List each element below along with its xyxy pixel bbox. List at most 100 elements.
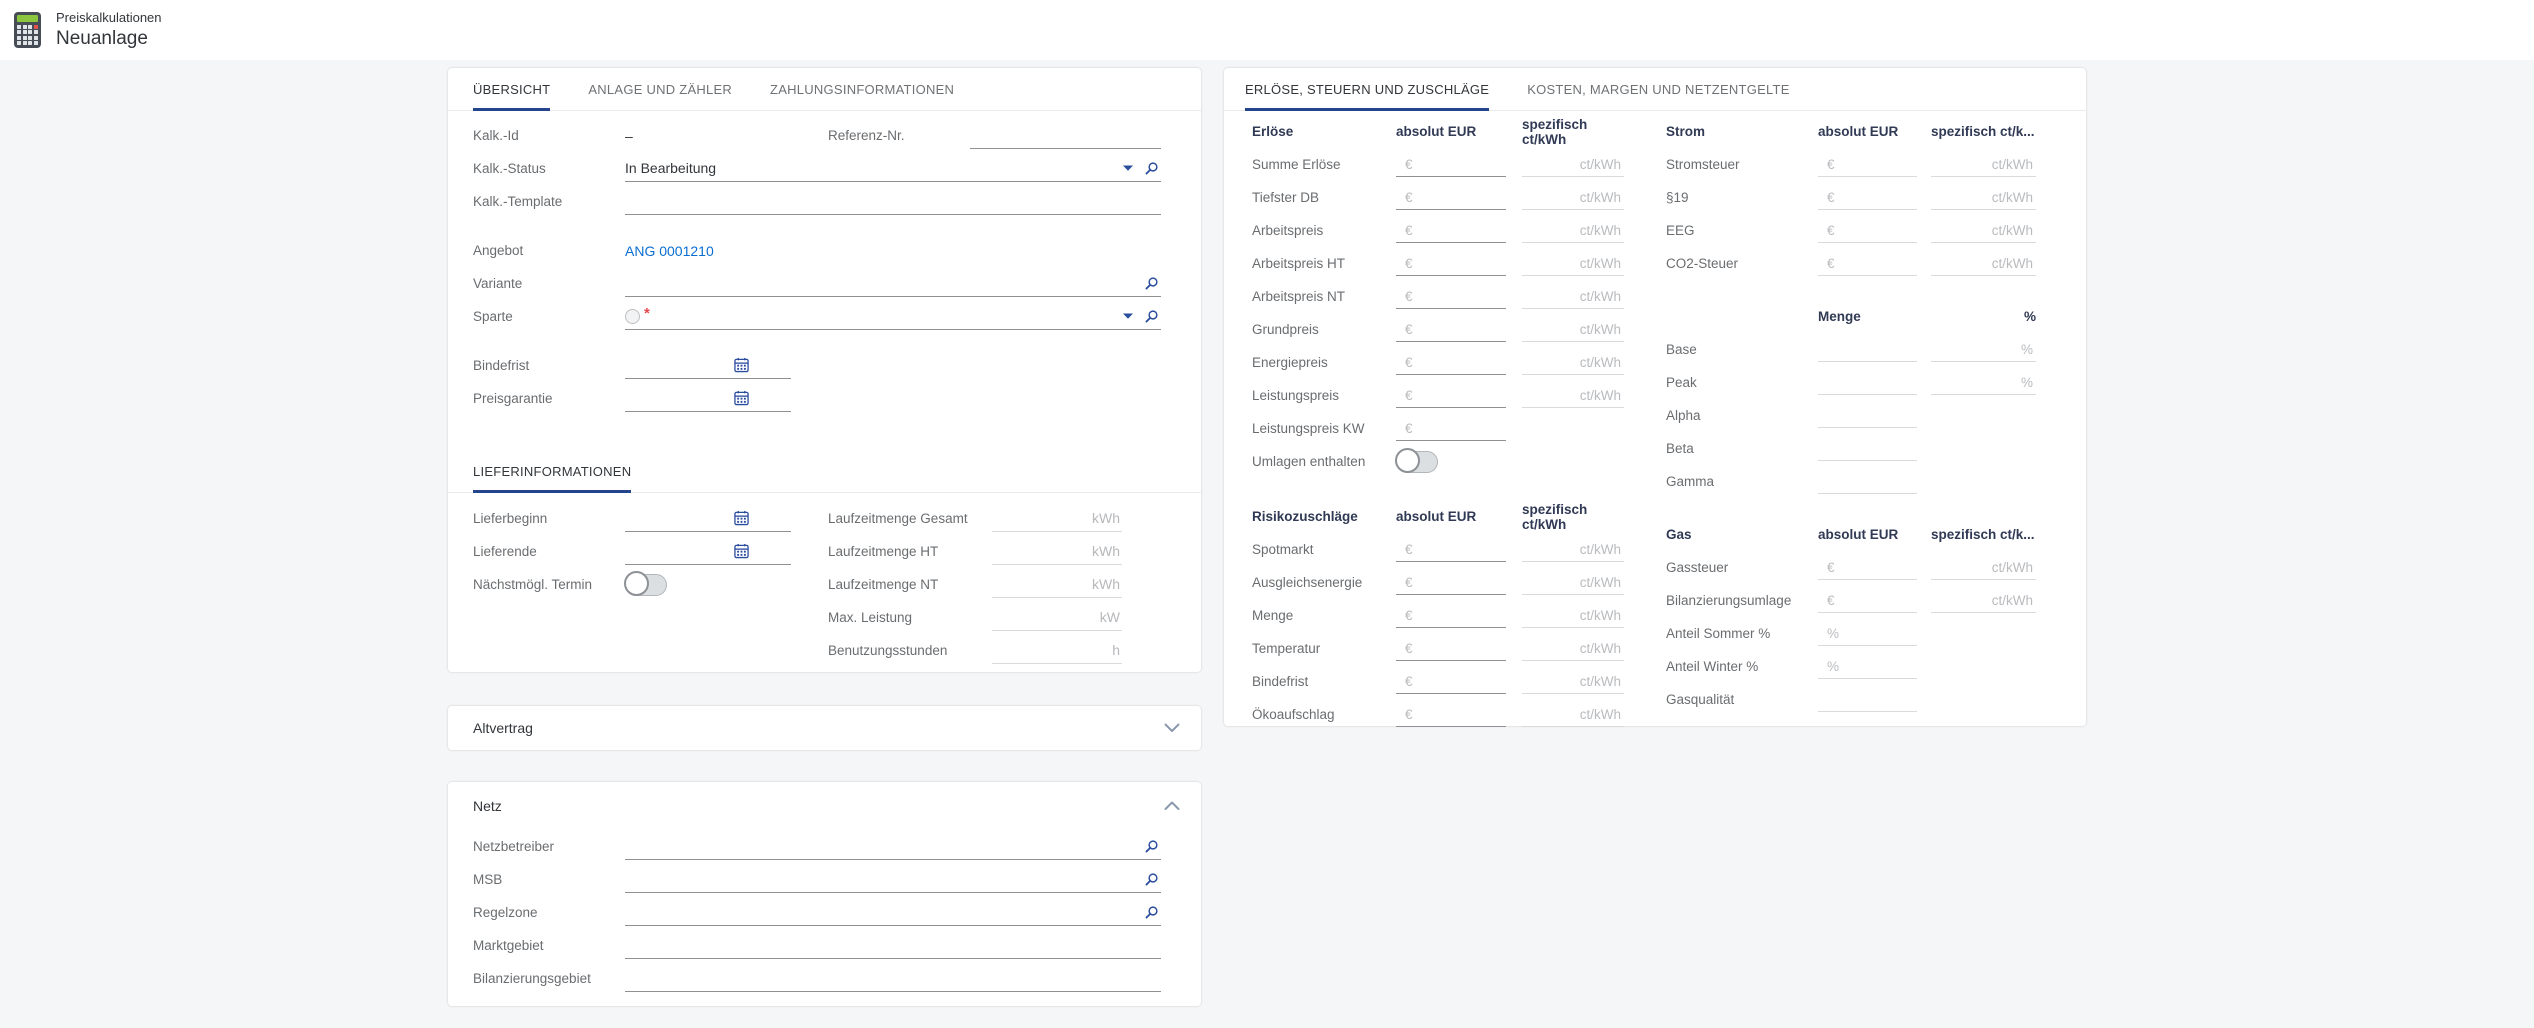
row-lieferbeginn-gesamt: Lieferbeginn Laufzeitmenge Gesamt xyxy=(473,502,1161,535)
sparte-input[interactable] xyxy=(660,303,1112,329)
search-icon[interactable] xyxy=(1144,161,1159,176)
search-icon[interactable] xyxy=(1144,839,1159,854)
lieferbeginn-datefield[interactable] xyxy=(625,505,791,532)
absolut-eur-input[interactable] xyxy=(1396,383,1506,408)
marktgebiet-label: Marktgebiet xyxy=(473,938,625,953)
max-leistung-label: Max. Leistung xyxy=(828,610,970,625)
tab-zahlungsinformationen[interactable]: ZAHLUNGSINFORMATIONEN xyxy=(770,68,954,110)
umlagen-enthalten-toggle[interactable] xyxy=(1396,451,1438,473)
tab-erloese-steuern-zuschlaege[interactable]: ERLÖSE, STEUERN UND ZUSCHLÄGE xyxy=(1245,68,1489,110)
spezifisch-input xyxy=(1522,570,1624,595)
calendar-icon[interactable] xyxy=(734,357,749,373)
msb-input[interactable] xyxy=(625,866,1134,892)
bindefrist-input[interactable] xyxy=(625,352,789,378)
spezifisch-input xyxy=(1931,588,2036,613)
referenz-nr-input[interactable] xyxy=(970,123,1161,149)
lieferende-label: Lieferende xyxy=(473,544,625,559)
chevron-down-icon[interactable] xyxy=(1122,312,1134,320)
regelzone-field[interactable] xyxy=(625,899,1161,926)
absolut-eur-input[interactable] xyxy=(1396,218,1506,243)
col-spezifisch: spezifisch ct/kWh xyxy=(1522,117,1624,147)
calendar-icon[interactable] xyxy=(734,390,749,406)
sparte-label: Sparte xyxy=(473,309,625,324)
spezifisch-input xyxy=(1931,555,2036,580)
spezifisch-input xyxy=(1522,383,1624,408)
absolut-eur-input[interactable] xyxy=(1396,603,1506,628)
absolut-eur-input[interactable] xyxy=(1396,317,1506,342)
tab-uebersicht[interactable]: ÜBERSICHT xyxy=(473,68,550,110)
bindefrist-datefield[interactable] xyxy=(625,352,791,379)
naechstmoegl-termin-toggle[interactable] xyxy=(625,574,667,596)
page-title: Neuanlage xyxy=(56,27,162,51)
netz-header[interactable]: Netz xyxy=(448,782,1201,830)
spezifisch-input xyxy=(1522,152,1624,177)
liefer-section-header: LIEFERINFORMATIONEN xyxy=(448,450,1201,493)
search-icon[interactable] xyxy=(1144,905,1159,920)
row-oekoaufschlag: Ökoaufschlag xyxy=(1252,698,1624,731)
chevron-down-icon[interactable] xyxy=(1164,723,1180,733)
marktgebiet-input[interactable] xyxy=(625,933,1161,959)
row-lieferende-ht: Lieferende Laufzeitmenge HT xyxy=(473,535,1161,568)
bindefrist-label: Bindefrist xyxy=(473,358,625,373)
lieferende-datefield[interactable] xyxy=(625,538,791,565)
row-peak: Peak xyxy=(1666,366,2036,399)
preisgarantie-datefield[interactable] xyxy=(625,385,791,412)
spezifisch-input xyxy=(1931,251,2036,276)
search-icon[interactable] xyxy=(1144,309,1159,324)
chevron-up-icon[interactable] xyxy=(1164,801,1180,811)
row-sparte: Sparte * xyxy=(473,300,1161,333)
kalk-status-select[interactable]: In Bearbeitung xyxy=(625,155,1161,182)
variante-field[interactable] xyxy=(625,270,1161,297)
row-bindefrist: Bindefrist xyxy=(473,349,1161,382)
spezifisch-input xyxy=(1522,185,1624,210)
search-icon[interactable] xyxy=(1144,872,1159,887)
angebot-link[interactable]: ANG 0001210 xyxy=(625,243,1161,259)
app-title: Preiskalkulationen xyxy=(56,10,162,26)
spezifisch-input xyxy=(1931,152,2036,177)
absolut-eur-input[interactable] xyxy=(1396,284,1506,309)
variante-input[interactable] xyxy=(625,270,1134,296)
chevron-down-icon[interactable] xyxy=(1122,164,1134,172)
row-base: Base xyxy=(1666,333,2036,366)
row-kalk-status: Kalk.-Status In Bearbeitung xyxy=(473,152,1161,185)
netzbetreiber-field[interactable] xyxy=(625,833,1161,860)
lieferbeginn-input[interactable] xyxy=(625,505,789,531)
calculation-tabbar: ERLÖSE, STEUERN UND ZUSCHLÄGE KOSTEN, MA… xyxy=(1224,68,2086,111)
calendar-icon[interactable] xyxy=(734,510,749,526)
row-energiepreis: Energiepreis xyxy=(1252,346,1624,379)
absolut-eur-input[interactable] xyxy=(1396,570,1506,595)
row-bilanzierungsgebiet: Bilanzierungsgebiet xyxy=(473,962,1161,995)
netzbetreiber-input[interactable] xyxy=(625,833,1134,859)
row-beta: Beta xyxy=(1666,432,2036,465)
kalk-template-input[interactable] xyxy=(625,189,1161,215)
bilanzierungsgebiet-input[interactable] xyxy=(625,966,1161,992)
absolut-eur-input[interactable] xyxy=(1396,152,1506,177)
row-umlagen-enthalten: Umlagen enthalten xyxy=(1252,445,1624,478)
altvertrag-header[interactable]: Altvertrag xyxy=(448,706,1201,750)
absolut-eur-input[interactable] xyxy=(1396,702,1506,727)
absolut-eur-input[interactable] xyxy=(1396,636,1506,661)
col-absolut-eur: absolut EUR xyxy=(1818,124,1917,139)
regelzone-input[interactable] xyxy=(625,899,1134,925)
lieferende-input[interactable] xyxy=(625,538,789,564)
absolut-eur-input[interactable] xyxy=(1396,185,1506,210)
menge-input xyxy=(1818,469,1917,494)
benutzungsstunden-input xyxy=(992,638,1122,664)
tab-anlage-und-zaehler[interactable]: ANLAGE UND ZÄHLER xyxy=(588,68,732,110)
laufzeitmenge-ht-label: Laufzeitmenge HT xyxy=(828,544,970,559)
row-anteil-sommer: Anteil Sommer % xyxy=(1666,617,2036,650)
sparte-select[interactable]: * xyxy=(625,303,1161,330)
spezifisch-input xyxy=(1522,636,1624,661)
preisgarantie-input[interactable] xyxy=(625,385,789,411)
absolut-eur-input[interactable] xyxy=(1396,669,1506,694)
tab-kosten-margen-netzentgelte[interactable]: KOSTEN, MARGEN UND NETZENTGELTE xyxy=(1527,68,1789,110)
absolut-eur-input[interactable] xyxy=(1396,416,1506,441)
absolut-eur-input[interactable] xyxy=(1396,350,1506,375)
tab-lieferinformationen[interactable]: LIEFERINFORMATIONEN xyxy=(473,450,631,492)
absolut-eur-input[interactable] xyxy=(1396,251,1506,276)
msb-field[interactable] xyxy=(625,866,1161,893)
search-icon[interactable] xyxy=(1144,276,1159,291)
absolut-eur-input[interactable] xyxy=(1396,537,1506,562)
calendar-icon[interactable] xyxy=(734,543,749,559)
laufzeitmenge-gesamt-input xyxy=(992,506,1122,532)
